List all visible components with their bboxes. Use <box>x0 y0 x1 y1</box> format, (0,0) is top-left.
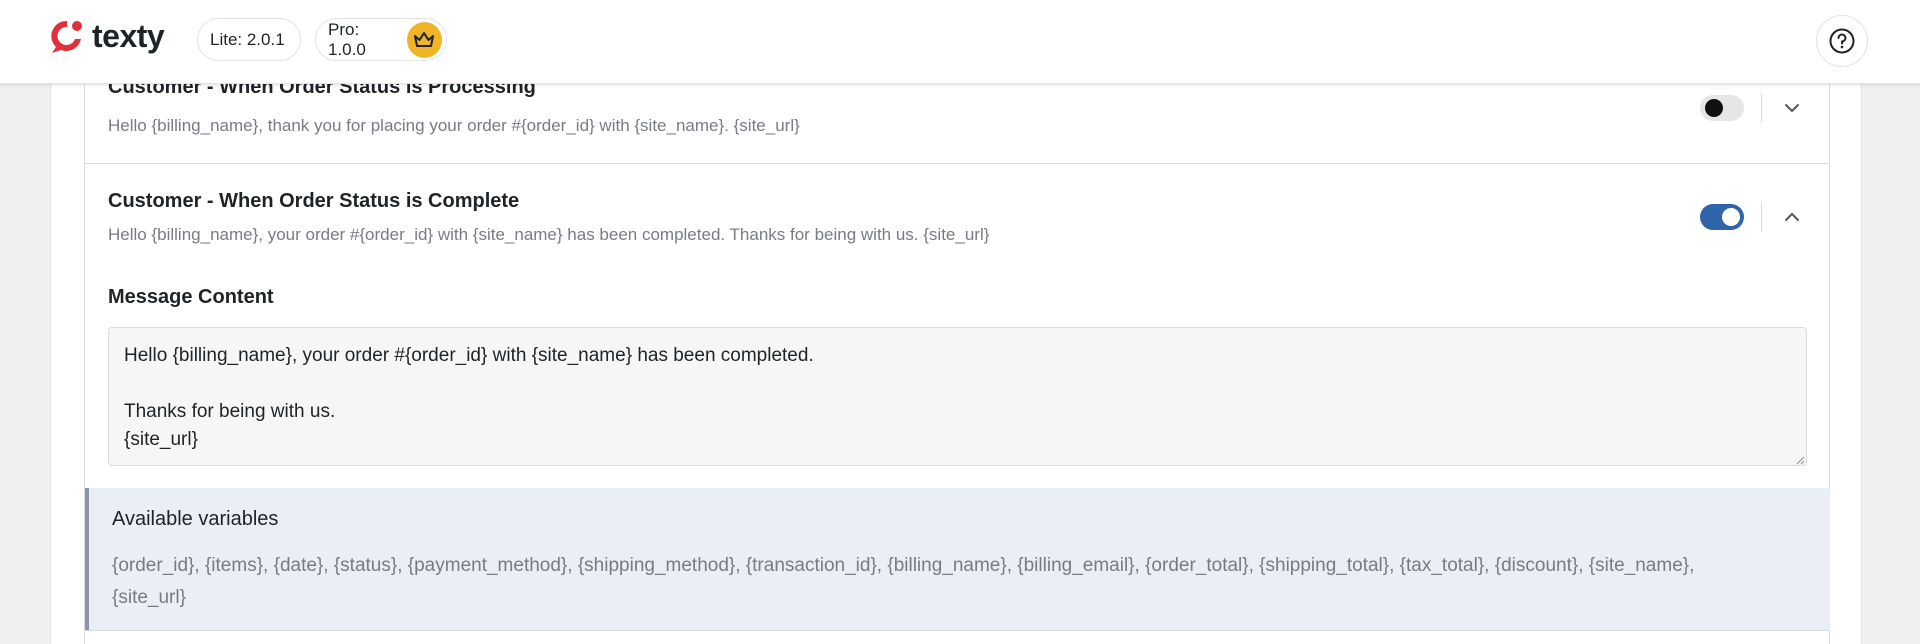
pro-version-badge: Pro: 1.0.0 <box>315 18 447 61</box>
question-circle-icon <box>1829 28 1855 54</box>
message-content-textarea[interactable]: Hello {billing_name}, your order #{order… <box>108 327 1807 466</box>
resize-handle-icon[interactable] <box>1795 455 1805 465</box>
toggle-knob <box>1705 99 1723 117</box>
lite-version-badge: Lite: 2.0.1 <box>197 18 301 61</box>
row-divider <box>85 630 1829 631</box>
crown-icon <box>406 21 442 58</box>
complete-toggle[interactable] <box>1700 204 1744 230</box>
processing-toggle[interactable] <box>1700 95 1744 121</box>
top-header: texty Lite: 2.0.1 Pro: 1.0.0 <box>0 0 1920 84</box>
row-title: Customer - When Order Status is Complete <box>108 190 520 212</box>
texty-logo[interactable]: texty <box>48 16 165 56</box>
toggle-knob <box>1722 208 1740 226</box>
help-button[interactable] <box>1816 15 1868 67</box>
row-description: Hello {billing_name}, thank you for plac… <box>108 116 800 135</box>
texty-logo-icon <box>51 20 82 53</box>
available-variables-box: Available variables {order_id}, {items},… <box>85 488 1830 630</box>
notification-list: Customer - When Order Status is Processi… <box>84 76 1830 644</box>
row-divider <box>85 163 1829 164</box>
chevron-up-icon[interactable] <box>1781 206 1803 228</box>
chevron-down-icon[interactable] <box>1781 97 1803 119</box>
row-description: Hello {billing_name}, your order #{order… <box>108 225 990 244</box>
divider <box>1761 93 1762 123</box>
divider <box>1761 202 1762 232</box>
available-variables-list: {order_id}, {items}, {date}, {status}, {… <box>112 555 1695 608</box>
lite-version-label: Lite: 2.0.1 <box>210 29 285 49</box>
pro-version-label: Pro: 1.0.0 <box>328 19 366 59</box>
logo-text: texty <box>92 18 165 54</box>
message-content-label: Message Content <box>108 286 274 308</box>
available-variables-title: Available variables <box>112 508 279 530</box>
